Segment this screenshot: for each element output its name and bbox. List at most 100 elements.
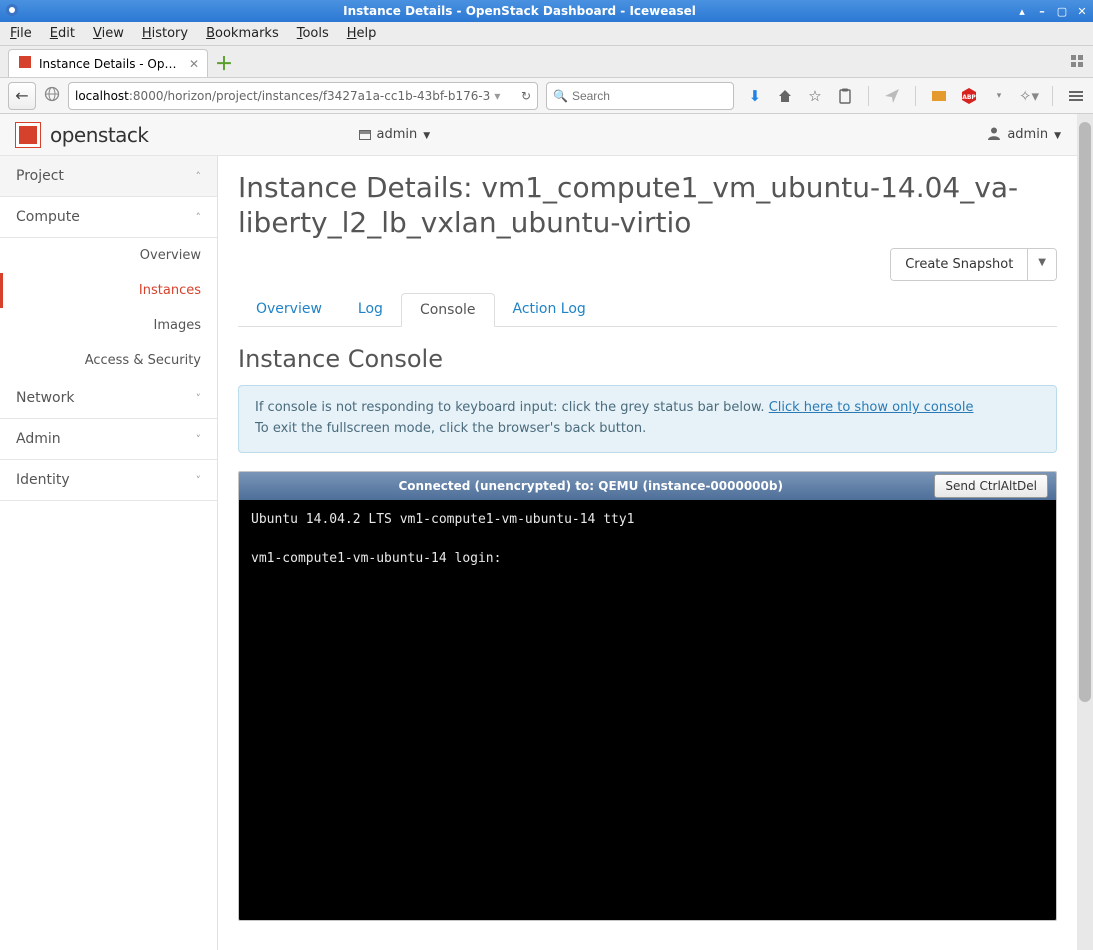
window-close-icon[interactable]: ✕ <box>1075 4 1089 18</box>
url-path: :8000/horizon/project/instances/f3427a1a… <box>129 89 490 103</box>
sidebar-group-label: Identity <box>16 472 70 488</box>
sidebar-group-network[interactable]: Network ˅ <box>0 378 217 419</box>
sidebar: Project ˄ Compute ˄ Overview Instances I… <box>0 156 218 950</box>
sidebar-item-instances[interactable]: Instances <box>0 273 217 308</box>
search-input[interactable] <box>572 89 727 103</box>
caret-down-icon: ▼ <box>423 131 430 141</box>
page-title: Instance Details: vm1_compute1_vm_ubuntu… <box>238 170 1057 240</box>
detail-tabs: Overview Log Console Action Log <box>238 293 1057 327</box>
terminal-line: Ubuntu 14.04.2 LTS vm1-compute1-vm-ubunt… <box>251 512 635 527</box>
home-icon[interactable] <box>776 87 794 105</box>
downloads-icon[interactable]: ⬇ <box>746 87 764 105</box>
tab-label: Instance Details - Op… <box>39 57 176 71</box>
brand-text: openstack <box>50 123 149 147</box>
caret-down-icon: ▼ <box>1054 131 1061 141</box>
sidebar-group-identity[interactable]: Identity ˅ <box>0 460 217 501</box>
sidebar-item-access-security[interactable]: Access & Security <box>0 343 217 378</box>
abp-icon[interactable]: ABP <box>960 87 978 105</box>
url-dropdown-icon[interactable]: ▾ <box>494 89 500 103</box>
sidebar-group-admin[interactable]: Admin ˅ <box>0 419 217 460</box>
create-snapshot-split-button: Create Snapshot ▼ <box>890 248 1057 281</box>
bookmark-star-icon[interactable]: ☆ <box>806 87 824 105</box>
console-status-bar[interactable]: Connected (unencrypted) to: QEMU (instan… <box>239 472 1056 500</box>
ext-icon-2[interactable]: ✧▾ <box>1020 87 1038 105</box>
back-button[interactable]: ← <box>8 82 36 110</box>
tab-overflow-icon[interactable] <box>1069 53 1085 69</box>
chevron-up-icon: ˄ <box>196 170 202 183</box>
sidebar-item-overview[interactable]: Overview <box>0 238 217 273</box>
menu-bookmarks[interactable]: Bookmarks <box>206 26 279 41</box>
chevron-down-icon: ˅ <box>196 474 202 487</box>
menu-history[interactable]: History <box>142 26 188 41</box>
tab-console[interactable]: Console <box>401 293 495 327</box>
hamburger-menu-icon[interactable] <box>1067 87 1085 105</box>
chevron-down-icon: ˅ <box>196 392 202 405</box>
search-bar[interactable]: 🔍 <box>546 82 734 110</box>
tab-log[interactable]: Log <box>340 293 401 326</box>
user-icon <box>987 126 1001 144</box>
send-ctrlaltdel-button[interactable]: Send CtrlAltDel <box>934 474 1048 498</box>
vnc-terminal[interactable]: Ubuntu 14.04.2 LTS vm1-compute1-vm-ubunt… <box>239 500 1056 920</box>
brand[interactable]: openstack <box>16 123 149 147</box>
tab-favicon <box>17 54 33 73</box>
chevron-down-icon: ˅ <box>196 433 202 446</box>
info-text-1: If console is not responding to keyboard… <box>255 400 769 415</box>
scrollbar-thumb[interactable] <box>1079 122 1091 702</box>
user-selector[interactable]: admin ▼ <box>987 126 1061 144</box>
window-maximize-icon[interactable]: ▢ <box>1055 4 1069 18</box>
sidebar-item-label: Instances <box>139 283 201 298</box>
ext-icon-1[interactable] <box>930 87 948 105</box>
app-icon <box>4 2 20 21</box>
create-snapshot-dropdown[interactable]: ▼ <box>1027 249 1056 280</box>
sidebar-group-label: Admin <box>16 431 61 447</box>
clipboard-icon[interactable] <box>836 87 854 105</box>
terminal-line: vm1-compute1-vm-ubuntu-14 login: <box>251 551 501 566</box>
window-minimize-icon[interactable]: – <box>1035 4 1049 18</box>
main-content: Instance Details: vm1_compute1_vm_ubuntu… <box>218 156 1077 950</box>
svg-text:ABP: ABP <box>962 94 976 101</box>
domain-selector[interactable]: admin ▼ <box>359 127 431 142</box>
menu-file[interactable]: File <box>10 26 32 41</box>
page-scrollbar[interactable] <box>1077 114 1093 950</box>
section-title: Instance Console <box>238 345 1057 373</box>
window-up-icon[interactable]: ▴ <box>1015 4 1029 18</box>
sidebar-group-label: Project <box>16 168 64 184</box>
console-panel: Connected (unencrypted) to: QEMU (instan… <box>238 471 1057 921</box>
browser-nav-toolbar: ← localhost:8000/horizon/project/instanc… <box>0 78 1093 114</box>
menu-tools[interactable]: Tools <box>297 26 329 41</box>
create-snapshot-button[interactable]: Create Snapshot <box>891 249 1027 280</box>
url-bar[interactable]: localhost:8000/horizon/project/instances… <box>68 82 538 110</box>
menu-help[interactable]: Help <box>347 26 377 41</box>
sidebar-item-label: Access & Security <box>85 353 201 368</box>
sidebar-group-project[interactable]: Project ˄ <box>0 156 217 197</box>
app-topbar: openstack admin ▼ admin ▼ <box>0 114 1077 156</box>
tab-overview[interactable]: Overview <box>238 293 340 326</box>
sidebar-item-images[interactable]: Images <box>0 308 217 343</box>
chevron-up-icon: ˄ <box>196 211 202 224</box>
send-icon[interactable] <box>883 87 901 105</box>
new-tab-button[interactable]: ＋ <box>212 51 236 75</box>
user-label: admin <box>1007 127 1048 142</box>
browser-menubar: File Edit View History Bookmarks Tools H… <box>0 22 1093 46</box>
menu-view[interactable]: View <box>93 26 124 41</box>
sidebar-item-label: Images <box>154 318 202 333</box>
menu-edit[interactable]: Edit <box>50 26 75 41</box>
info-text-2: To exit the fullscreen mode, click the b… <box>255 419 1040 440</box>
sidebar-group-compute[interactable]: Compute ˄ <box>0 197 217 238</box>
abp-menu-icon[interactable]: ▾ <box>990 87 1008 105</box>
tab-close-icon[interactable]: ✕ <box>189 57 199 71</box>
brand-logo-icon <box>16 123 40 147</box>
domain-icon <box>359 130 371 140</box>
search-engine-icon: 🔍 <box>553 89 568 103</box>
console-info-box: If console is not responding to keyboard… <box>238 385 1057 453</box>
browser-tab[interactable]: Instance Details - Op… ✕ <box>8 49 208 77</box>
tab-action-log[interactable]: Action Log <box>495 293 604 326</box>
sidebar-group-label: Compute <box>16 209 80 225</box>
sidebar-group-label: Network <box>16 390 74 406</box>
url-host: localhost <box>75 89 129 103</box>
reload-icon[interactable]: ↻ <box>517 89 531 103</box>
console-status-text: Connected (unencrypted) to: QEMU (instan… <box>247 479 934 493</box>
browser-tab-bar: Instance Details - Op… ✕ ＋ <box>0 46 1093 78</box>
domain-label: admin <box>377 127 418 142</box>
console-only-link[interactable]: Click here to show only console <box>769 400 974 415</box>
